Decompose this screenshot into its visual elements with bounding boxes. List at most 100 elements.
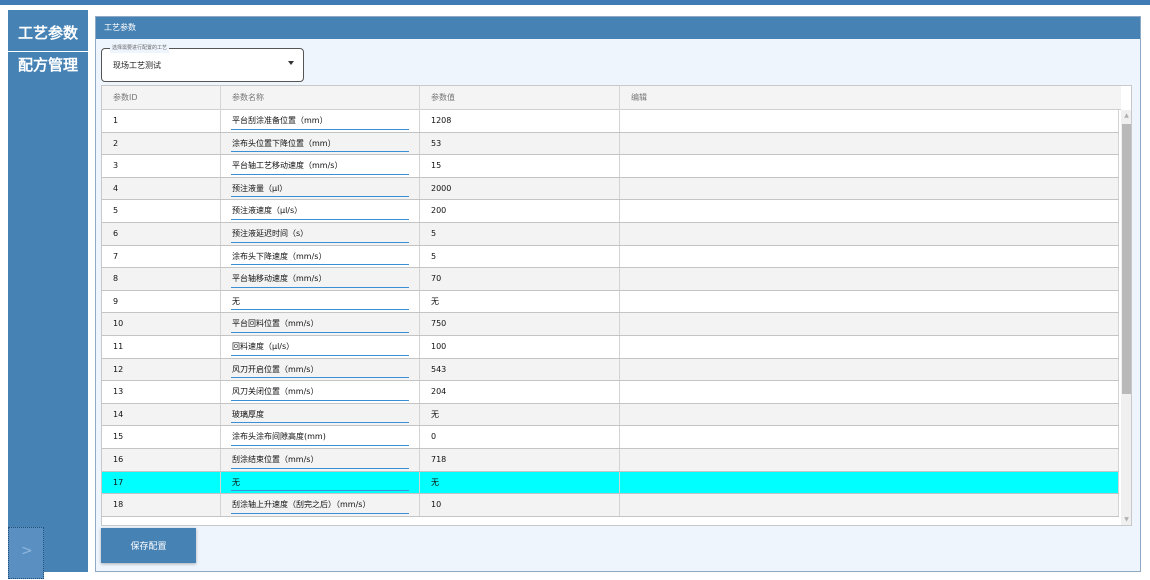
param-id-cell: 3 (102, 155, 221, 177)
column-header-value[interactable]: 参数值 (420, 86, 620, 110)
param-name-cell[interactable]: 玻璃厚度 (221, 403, 420, 426)
param-value-cell[interactable]: 无 (420, 290, 620, 313)
param-value-cell[interactable]: 10 (420, 494, 620, 516)
save-config-button[interactable]: 保存配置 (101, 528, 196, 563)
table-row[interactable]: 13 风刀关闭位置（mm/s） 204 (102, 381, 1119, 404)
name-underline (231, 218, 409, 220)
param-value-cell[interactable]: 750 (420, 313, 620, 335)
table-row[interactable]: 1 平台刮涂准备位置（mm） 1208 (102, 110, 1119, 133)
param-edit-cell[interactable] (620, 110, 1119, 132)
param-id-cell: 11 (102, 336, 221, 358)
table-row[interactable]: 8 平台轴移动速度（mm/s） 70 (102, 268, 1119, 291)
param-edit-cell[interactable] (620, 313, 1119, 335)
param-edit-cell[interactable] (620, 132, 1119, 155)
param-value-cell[interactable]: 204 (420, 381, 620, 403)
param-name-cell[interactable]: 平台轴移动速度（mm/s） (221, 268, 420, 290)
table-row[interactable]: 16 刮涂结束位置（mm/s） 718 (102, 449, 1119, 472)
param-id-cell: 10 (102, 313, 221, 335)
process-select[interactable]: 选择需要进行配置的工艺 现场工艺测试 (101, 43, 304, 82)
param-edit-cell[interactable] (620, 177, 1119, 200)
param-value-cell[interactable]: 0 (420, 426, 620, 448)
param-edit-cell[interactable] (620, 290, 1119, 313)
param-name-cell[interactable]: 回料速度（μl/s） (221, 336, 420, 358)
param-value-cell[interactable]: 200 (420, 200, 620, 222)
param-name-cell[interactable]: 预注液量（μl） (221, 177, 420, 200)
scroll-up-icon[interactable]: ▲ (1121, 112, 1131, 120)
param-value-cell[interactable]: 70 (420, 268, 620, 290)
table-row[interactable]: 17 无无 (102, 471, 1119, 495)
param-edit-cell[interactable] (620, 381, 1119, 403)
param-id-cell: 16 (102, 449, 221, 471)
table-row[interactable]: 15 涂布头涂布间隙高度(mm) 0 (102, 426, 1119, 449)
sidebar-item-recipe-management[interactable]: 配方管理 (8, 46, 88, 84)
param-name-cell[interactable]: 无 (221, 290, 420, 313)
param-value-cell[interactable]: 100 (420, 336, 620, 358)
param-edit-cell[interactable] (620, 471, 1119, 494)
name-underline (231, 377, 409, 379)
param-id-cell: 14 (102, 403, 221, 426)
name-underline (231, 490, 409, 492)
param-name-cell[interactable]: 预注液速度（μl/s） (221, 200, 420, 222)
param-id-cell: 6 (102, 223, 221, 245)
param-value-cell[interactable]: 53 (420, 132, 620, 155)
param-edit-cell[interactable] (620, 494, 1119, 516)
table-row[interactable]: 3 平台轴工艺移动速度（mm/s） 15 (102, 155, 1119, 178)
param-value-cell[interactable]: 15 (420, 155, 620, 177)
param-name-cell[interactable]: 平台回料位置（mm/s） (221, 313, 420, 335)
param-edit-cell[interactable] (620, 200, 1119, 222)
param-id-cell: 17 (102, 471, 221, 494)
param-name-cell[interactable]: 预注液延迟时间（s） (221, 223, 420, 245)
param-edit-cell[interactable] (620, 155, 1119, 177)
param-value-cell[interactable]: 543 (420, 358, 620, 381)
table-row[interactable]: 9无无 (102, 290, 1119, 314)
param-value-cell[interactable]: 718 (420, 449, 620, 471)
param-name-cell[interactable]: 平台轴工艺移动速度（mm/s） (221, 155, 420, 177)
param-edit-cell[interactable] (620, 268, 1119, 290)
param-name-cell[interactable]: 平台刮涂准备位置（mm） (221, 110, 420, 132)
table-row[interactable]: 5 预注液速度（μl/s） 200 (102, 200, 1119, 223)
name-underline (231, 196, 409, 198)
table-row[interactable]: 18 刮涂轴上升速度（刮完之后）（mm/s） 10 (102, 494, 1119, 517)
param-name-cell[interactable]: 刮涂结束位置（mm/s） (221, 449, 420, 471)
param-value-cell[interactable]: 2000 (420, 177, 620, 200)
param-value-cell[interactable]: 无 (420, 471, 620, 494)
sidebar-toggle-button[interactable]: > (8, 527, 44, 579)
table-row[interactable]: 6 预注液延迟时间（s） 5 (102, 223, 1119, 246)
table-row[interactable]: 2 涂布头位置下降位置（mm） 53 (102, 132, 1119, 156)
param-edit-cell[interactable] (620, 426, 1119, 448)
table-header: 参数ID 参数名称 参数值 编辑 (102, 86, 1121, 110)
scroll-down-icon[interactable]: ▼ (1121, 516, 1131, 524)
param-edit-cell[interactable] (620, 336, 1119, 358)
column-header-name[interactable]: 参数名称 (221, 86, 420, 110)
column-header-edit[interactable]: 编辑 (620, 86, 1121, 110)
param-value-cell[interactable]: 5 (420, 223, 620, 245)
chevron-down-icon (288, 61, 294, 65)
table-row[interactable]: 11 回料速度（μl/s） 100 (102, 336, 1119, 359)
table-row[interactable]: 10 平台回料位置（mm/s） 750 (102, 313, 1119, 336)
param-edit-cell[interactable] (620, 358, 1119, 381)
table-row[interactable]: 14 玻璃厚度无 (102, 403, 1119, 427)
param-edit-cell[interactable] (620, 223, 1119, 245)
param-name-cell[interactable]: 涂布头下降速度（mm/s） (221, 245, 420, 268)
param-name-cell[interactable]: 无 (221, 471, 420, 494)
scrollbar-thumb[interactable] (1122, 124, 1131, 394)
table-row[interactable]: 4 预注液量（μl） 2000 (102, 177, 1119, 201)
name-underline (231, 309, 409, 311)
table-scrollbar[interactable]: ▲ ▼ (1121, 110, 1131, 525)
param-name-cell[interactable]: 风刀关闭位置（mm/s） (221, 381, 420, 403)
param-edit-cell[interactable] (620, 245, 1119, 268)
name-underline (231, 467, 409, 469)
param-name-cell[interactable]: 刮涂轴上升速度（刮完之后）（mm/s） (221, 494, 420, 516)
param-value-cell[interactable]: 5 (420, 245, 620, 268)
param-edit-cell[interactable] (620, 449, 1119, 471)
table-row[interactable]: 7 涂布头下降速度（mm/s） 5 (102, 245, 1119, 269)
param-value-cell[interactable]: 无 (420, 403, 620, 426)
param-name-cell[interactable]: 涂布头位置下降位置（mm） (221, 132, 420, 155)
name-underline (231, 286, 409, 288)
param-name-cell[interactable]: 风刀开启位置（mm/s） (221, 358, 420, 381)
table-row[interactable]: 12 风刀开启位置（mm/s） 543 (102, 358, 1119, 382)
column-header-id[interactable]: 参数ID (102, 86, 221, 110)
param-name-cell[interactable]: 涂布头涂布间隙高度(mm) (221, 426, 420, 448)
param-value-cell[interactable]: 1208 (420, 110, 620, 132)
param-edit-cell[interactable] (620, 403, 1119, 426)
